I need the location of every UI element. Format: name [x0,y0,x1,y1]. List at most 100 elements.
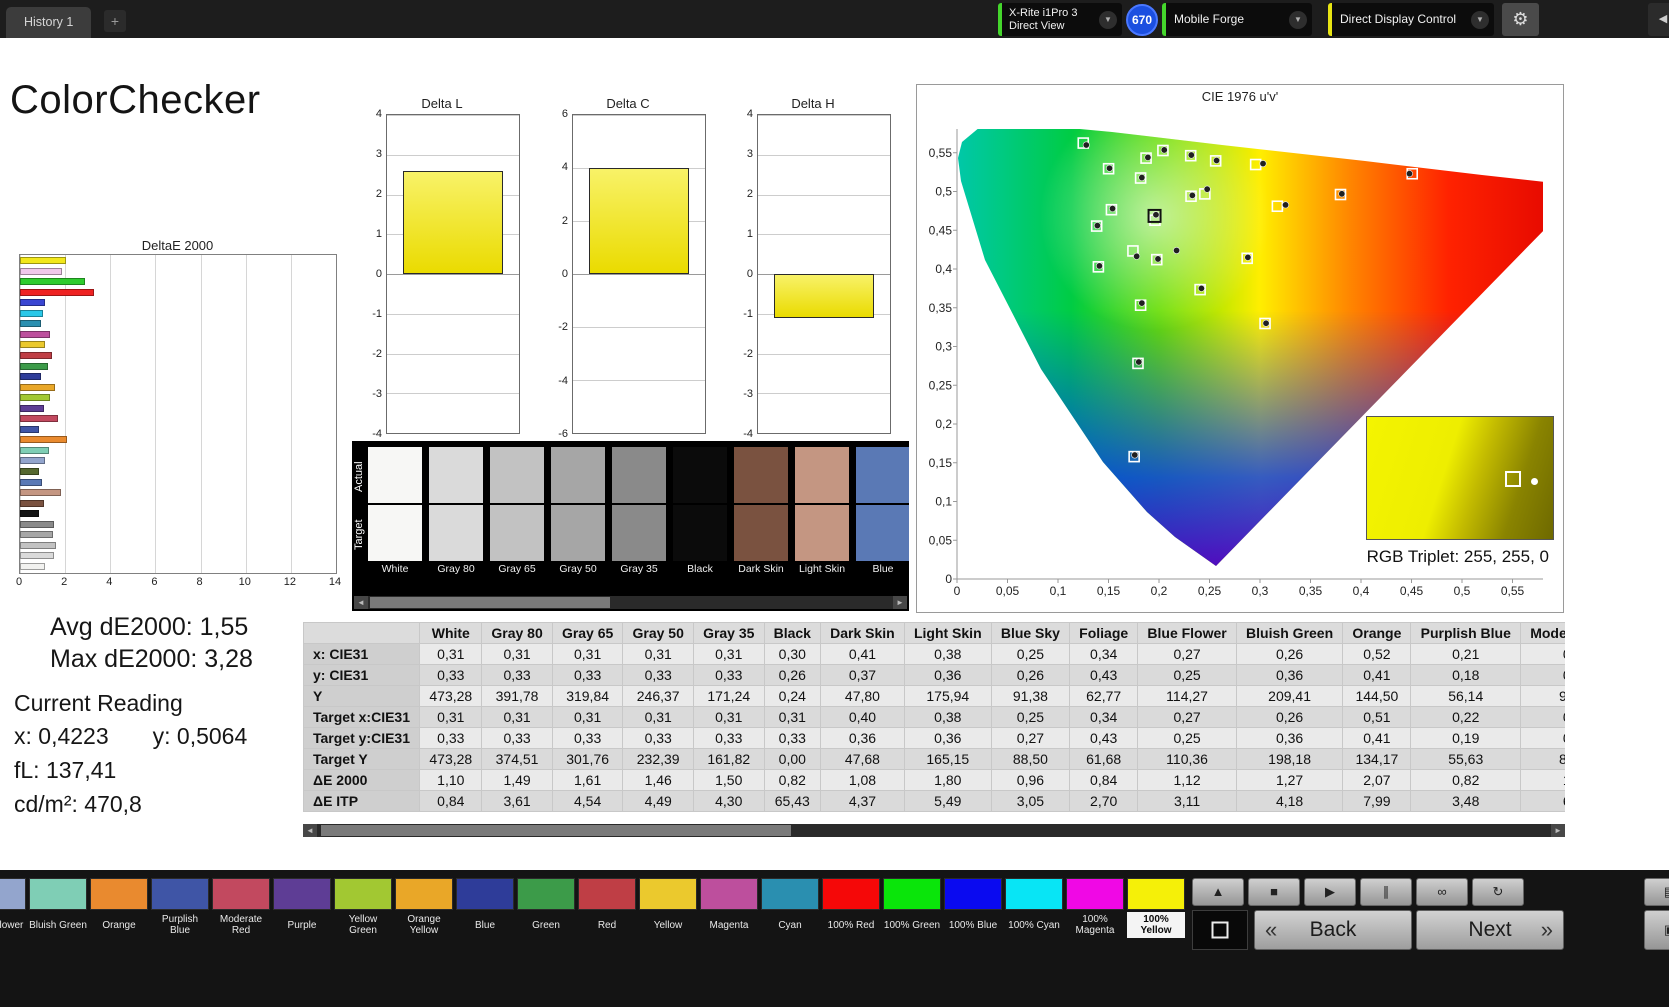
table-cell: 0,33 [622,664,694,686]
eject-button[interactable]: ▲ [1192,878,1244,906]
deltae-bar [20,267,63,275]
patch-button-bluish-green[interactable]: Bluish Green [29,878,87,938]
patch-label: Bluish Green [29,919,87,931]
table-cell: 301,76 [551,748,624,770]
x-tick-label: 12 [283,576,296,588]
source-dropdown[interactable]: Mobile Forge ▼ [1162,3,1312,36]
pause-button[interactable]: ∥ [1360,878,1412,906]
table-cell: 93,90 [1520,685,1565,707]
patch-button-yellow-green[interactable]: Yellow Green [334,878,392,938]
patch-button-100-magenta[interactable]: 100% Magenta [1066,878,1124,938]
target-swatch [856,505,909,561]
patch-swatch [456,878,514,910]
table-cell: 0,26 [763,664,822,686]
repeat-button[interactable]: ↻ [1472,878,1524,906]
collapse-panel-icon[interactable]: ◀ [1648,3,1669,36]
deltae-bar [20,351,53,359]
deltae2000-plot [19,254,337,574]
display-control-dropdown[interactable]: Direct Display Control ▼ [1328,3,1494,36]
patch-button-green[interactable]: Green [517,878,575,938]
patch-button-blue-flower[interactable]: Blue Flower [0,878,26,938]
patch-button-yellow[interactable]: Yellow [639,878,697,938]
deltae-bar [20,520,54,528]
table-cell: 56,14 [1410,685,1521,707]
table-cell: 0,31 [551,706,624,728]
pattern-display-button[interactable]: ▣ [1644,910,1669,950]
table-cell: 2,07 [1342,769,1412,791]
table-cell: 0,36 [903,727,992,749]
next-button[interactable]: Next » [1416,910,1564,950]
patch-button-100-cyan[interactable]: 100% Cyan [1005,878,1063,938]
patch-swatch [1127,878,1185,910]
chevron-down-icon[interactable]: ▼ [1289,10,1307,29]
patch-button-100-blue[interactable]: 100% Blue [944,878,1002,938]
deltae-bar [20,373,41,381]
patch-button-orange-yellow[interactable]: Orange Yellow [395,878,453,938]
stop-button[interactable]: ■ [1248,878,1300,906]
patch-label: Blue Flower [0,919,24,931]
patch-swatch [212,878,270,910]
swatch-strip-scrollbar[interactable]: ◄ ► [354,596,907,609]
patch-swatch [578,878,636,910]
y-tick-label: 0 [375,268,382,280]
y-tick-label: -6 [558,428,568,440]
deltae-bar [20,362,48,370]
gridline [387,313,519,315]
patch-button-cyan[interactable]: Cyan [761,878,819,938]
deltae-bar [20,468,39,475]
table-cell: 1,27 [1235,769,1344,791]
table-cell: 4,18 [1235,790,1344,812]
patch-label: Green [532,919,560,931]
back-button[interactable]: « Back [1254,910,1412,950]
cie-1976-diagram-panel: CIE 1976 u'v' 0 0 0,05 0,05 0,1 0,1 0,15… [916,84,1564,613]
patch-button-100-green[interactable]: 100% Green [883,878,941,938]
loop-infinite-button[interactable]: ∞ [1416,878,1468,906]
patch-button-blue[interactable]: Blue [456,878,514,938]
tab-history-1[interactable]: History 1 [6,7,92,38]
meter-count-badge: 670 [1126,4,1158,36]
swatch-label: Dark Skin [738,563,784,575]
x-tick-label: 14 [328,576,342,588]
gridline [387,393,519,395]
gridline [387,115,519,116]
patch-button-orange[interactable]: Orange [90,878,148,938]
measured-point [1188,191,1196,199]
patch-button-100-yellow[interactable]: 100% Yellow [1127,878,1185,938]
scrollbar-thumb[interactable] [321,825,791,836]
deltae-bar [20,278,85,286]
scroll-left-icon[interactable]: ◄ [303,824,317,837]
patch-button-magenta[interactable]: Magenta [700,878,758,938]
gear-icon[interactable]: ⚙ [1502,3,1539,36]
deltae-bar [20,562,45,570]
measured-point [1173,246,1181,254]
stop-pattern-button[interactable] [1192,910,1248,950]
patch-swatch [517,878,575,910]
scrollbar-thumb[interactable] [370,597,610,608]
chevron-down-icon[interactable]: ▼ [1099,10,1117,29]
play-button[interactable]: ▶ [1304,878,1356,906]
patch-swatch [29,878,87,910]
y-tick-label: 2 [375,188,382,200]
meter-dropdown[interactable]: X-Rite i1Pro 3 Direct View ▼ [998,3,1122,36]
patch-button-red[interactable]: Red [578,878,636,938]
scroll-right-icon[interactable]: ► [893,596,907,609]
scroll-left-icon[interactable]: ◄ [354,596,368,609]
patch-button-purple[interactable]: Purple [273,878,331,938]
patch-button-100-red[interactable]: 100% Red [822,878,880,938]
patch-button-purplish-blue[interactable]: Purplish Blue [151,878,209,938]
gridline [573,115,705,116]
measured-point [1082,141,1090,149]
svg-text:0: 0 [945,572,952,586]
table-scrollbar[interactable]: ◄ ► [303,824,1565,837]
table-cell: 4,54 [551,790,624,812]
add-tab-button[interactable]: + [104,10,126,32]
chevron-down-icon[interactable]: ▼ [1471,10,1489,29]
gridline [573,327,705,328]
gridline [387,353,519,355]
svg-text:0,3: 0,3 [935,340,952,354]
scroll-right-icon[interactable]: ► [1551,824,1565,837]
patch-button-moderate-red[interactable]: Moderate Red [212,878,270,938]
column-header: Dark Skin [820,622,905,644]
y-tick-label: 0 [746,268,753,280]
pattern-window-button[interactable]: ▤ [1644,878,1669,906]
